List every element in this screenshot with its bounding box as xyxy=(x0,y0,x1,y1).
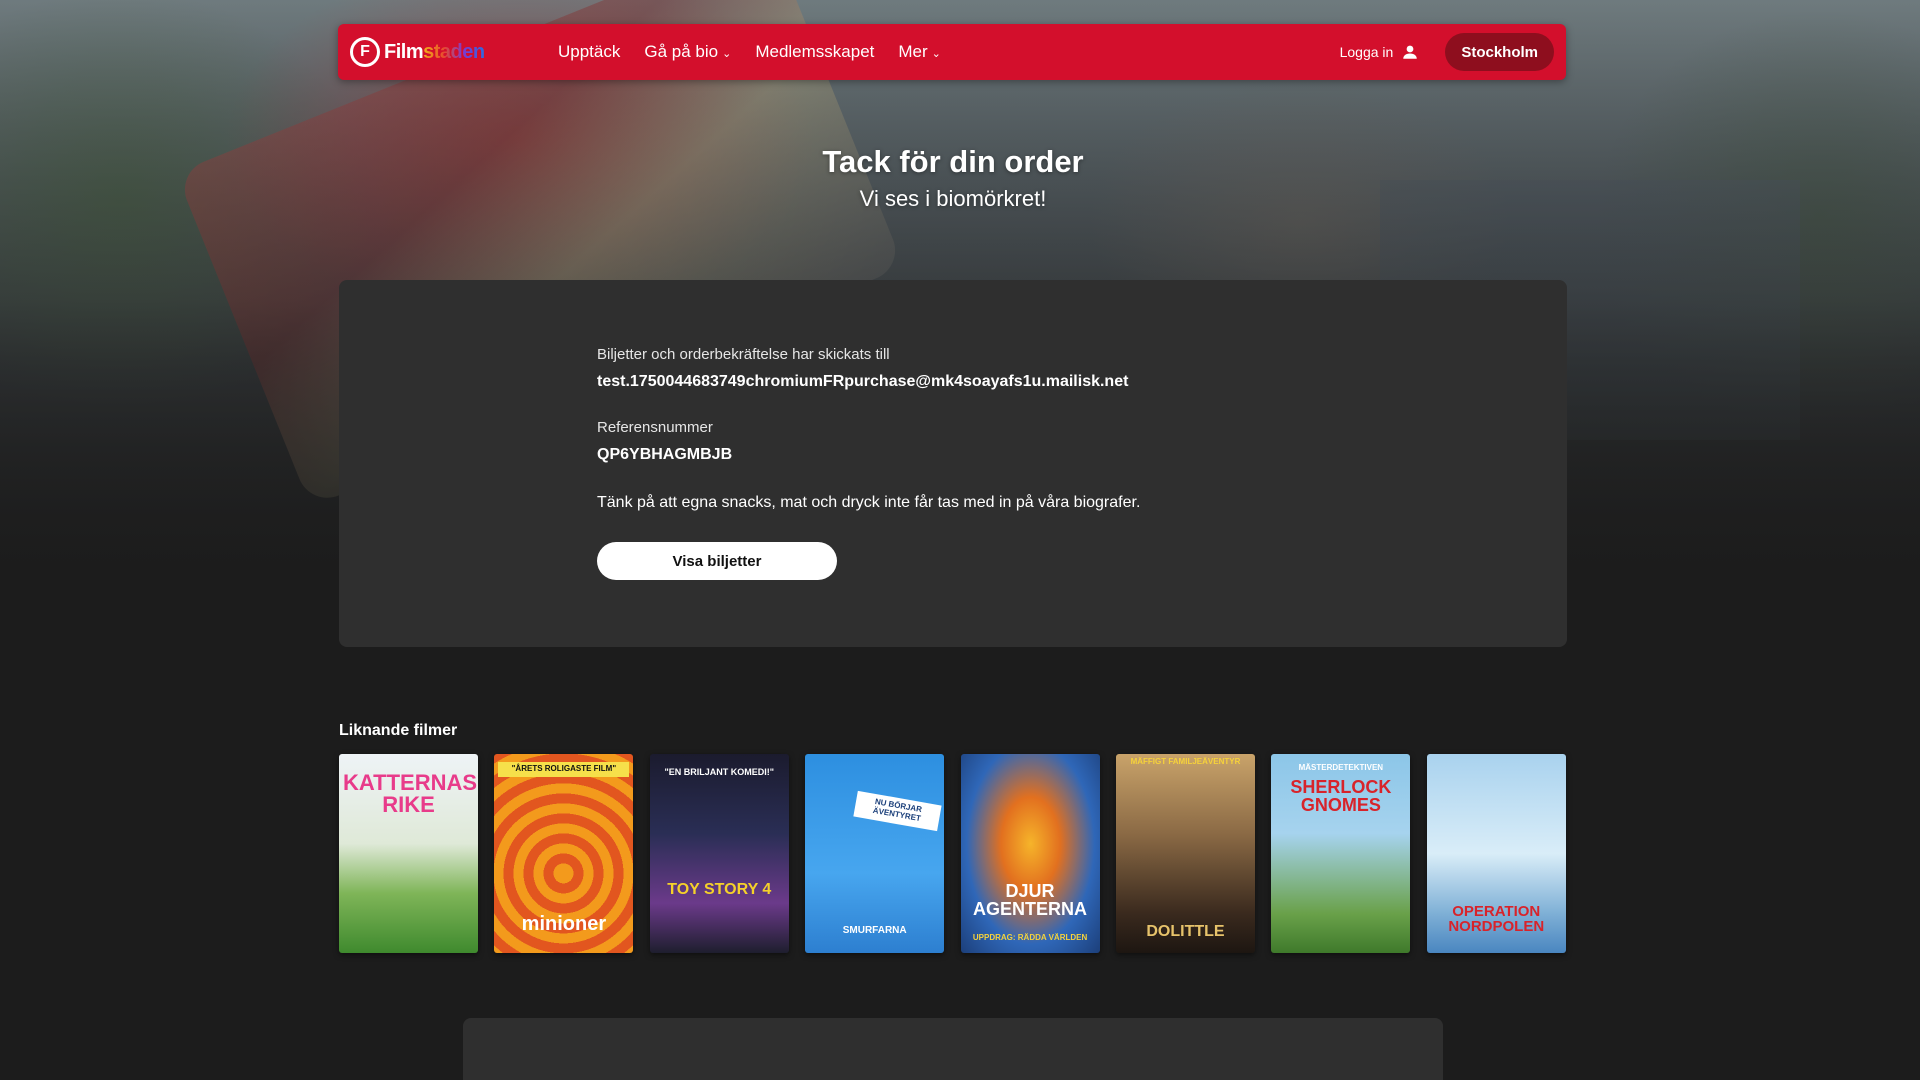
poster-title: DJUR AGENTERNA xyxy=(973,881,1088,919)
similar-films-heading: Liknande filmer xyxy=(339,722,458,739)
nav-link-ga-pa-bio[interactable]: Gå på bio ⌄ xyxy=(644,42,731,62)
poster-sub: MÄFFIGT FAMILJEÄVENTYR xyxy=(1130,757,1241,766)
poster-sub: "EN BRILJANT KOMEDI!" xyxy=(664,767,775,777)
movie-poster-dolittle[interactable]: MÄFFIGT FAMILJEÄVENTYR DOLITTLE xyxy=(1115,754,1255,953)
similar-films-list: KATTERNAS RIKE "ÅRETS ROLIGASTE FILM" mi… xyxy=(339,754,1566,953)
email-value: test.1750044683749chromiumFRpurchase@mk4… xyxy=(597,373,1129,390)
logo-badge-icon: F xyxy=(350,37,380,67)
filmstaden-logo[interactable]: F Filmstaden xyxy=(350,37,520,67)
nav-link-upptack[interactable]: Upptäck xyxy=(558,42,620,62)
poster-title: SHERLOCK GNOMES xyxy=(1290,777,1392,815)
nav-link-label: Medlemsskapet xyxy=(755,42,875,61)
bottom-panel xyxy=(463,1018,1443,1080)
poster-sub: UPPDRAG: RÄDDA VÄRLDEN xyxy=(972,933,1088,942)
nav-right: Logga in Stockholm xyxy=(1340,33,1566,71)
poster-title: DOLITTLE xyxy=(1146,923,1225,940)
poster-title: SMURFARNA xyxy=(842,925,907,936)
movie-poster-operation-nordpolen[interactable]: OPERATION NORDPOLEN xyxy=(1426,754,1566,953)
chevron-down-icon: ⌄ xyxy=(722,47,732,60)
movie-poster-katternas-rike[interactable]: KATTERNAS RIKE xyxy=(339,754,478,953)
top-navbar: F Filmstaden Upptäck Gå på bio ⌄ Medlems… xyxy=(338,24,1566,80)
poster-sub: NU BÖRJAR ÄVENTYRET xyxy=(853,790,942,831)
movie-poster-toy-story-4[interactable]: "EN BRILJANT KOMEDI!" TOY STORY 4 xyxy=(649,754,789,953)
nav-link-label: Mer xyxy=(898,42,928,61)
nav-link-medlemsskapet[interactable]: Medlemsskapet xyxy=(755,42,874,62)
movie-poster-djuragenterna[interactable]: DJUR AGENTERNA UPPDRAG: RÄDDA VÄRLDEN xyxy=(960,754,1100,953)
login-label: Logga in xyxy=(1339,44,1394,60)
poster-title: KATTERNAS RIKE xyxy=(343,770,478,817)
page-subtitle: Vi ses i biomörkret! xyxy=(859,186,1047,211)
poster-sub: MÄSTERDETEKTIVEN xyxy=(1298,763,1384,772)
poster-title: OPERATION NORDPOLEN xyxy=(1448,903,1545,935)
nav-links: Upptäck Gå på bio ⌄ Medlemsskapet Mer ⌄ xyxy=(558,42,965,62)
logo-text: Filmstaden xyxy=(384,41,485,64)
login-link[interactable]: Logga in xyxy=(1340,43,1420,61)
sent-to-label: Biljetter och orderbekräftelse har skick… xyxy=(597,346,890,363)
order-confirmation-card: Biljetter och orderbekräftelse har skick… xyxy=(339,280,1567,647)
reference-value: QP6YBHAGMBJB xyxy=(597,446,733,463)
poster-title: TOY STORY 4 xyxy=(667,881,772,898)
order-details: Biljetter och orderbekräftelse har skick… xyxy=(597,346,1140,580)
chevron-down-icon: ⌄ xyxy=(931,47,941,60)
poster-sub: "ÅRETS ROLIGASTE FILM" xyxy=(498,762,630,777)
snacks-note: Tänk på att egna snacks, mat och dryck i… xyxy=(597,494,1141,511)
movie-poster-minioner[interactable]: "ÅRETS ROLIGASTE FILM" minioner xyxy=(494,754,634,953)
reference-label: Referensnummer xyxy=(597,419,713,436)
city-selector-button[interactable]: Stockholm xyxy=(1445,33,1554,71)
page-title: Tack för din order xyxy=(822,144,1084,179)
movie-poster-sherlock-gnomes[interactable]: MÄSTERDETEKTIVEN SHERLOCK GNOMES xyxy=(1271,754,1411,953)
logo-text-rainbow: staden xyxy=(423,40,485,63)
poster-title: minioner xyxy=(521,913,607,935)
movie-poster-smurfarna[interactable]: NU BÖRJAR ÄVENTYRET SMURFARNA xyxy=(805,754,945,953)
nav-link-label: Upptäck xyxy=(558,42,621,61)
nav-link-label: Gå på bio xyxy=(644,42,719,61)
nav-link-mer[interactable]: Mer ⌄ xyxy=(898,42,941,62)
logo-text-prefix: Film xyxy=(384,40,424,63)
show-tickets-button[interactable]: Visa biljetter xyxy=(597,542,837,580)
user-icon xyxy=(1403,45,1418,59)
